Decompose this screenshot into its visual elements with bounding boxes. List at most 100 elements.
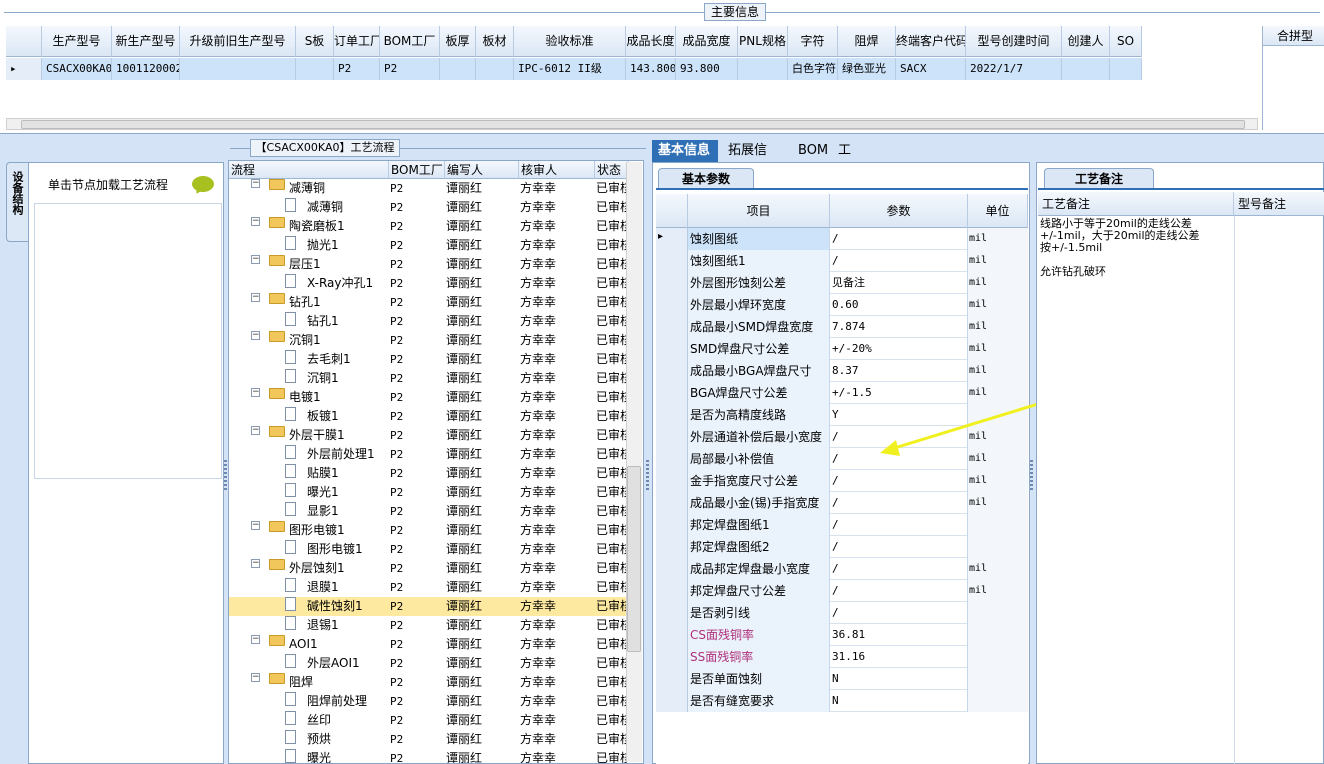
column-header[interactable]: 升级前旧生产型号 — [180, 26, 296, 57]
column-header[interactable]: PNL规格 — [738, 26, 788, 57]
collapse-icon[interactable]: − — [251, 635, 260, 644]
collapse-icon[interactable]: − — [251, 331, 260, 340]
param-row[interactable]: 外层图形蚀刻公差 见备注 mil — [656, 272, 1028, 294]
tree-row[interactable]: − 沉铜1 P2 谭丽红 方幸幸 已审核 — [229, 331, 628, 350]
collapse-icon[interactable]: − — [251, 559, 260, 568]
table-cell[interactable]: P2 — [380, 58, 440, 80]
tree-row[interactable]: 退膜1 P2 谭丽红 方幸幸 已审核 — [229, 578, 628, 597]
param-row[interactable]: 成品最小BGA焊盘尺寸 8.37 mil — [656, 360, 1028, 382]
param-column-header[interactable]: 单位 — [968, 194, 1028, 228]
column-header[interactable]: 成品宽度 — [676, 26, 738, 57]
param-row[interactable]: 邦定焊盘图纸1/ — [656, 514, 1028, 536]
column-header[interactable]: 订单工厂 — [334, 26, 380, 57]
splitter-handle[interactable] — [224, 460, 227, 490]
param-row[interactable]: 是否剥引线 / — [656, 602, 1028, 624]
tree-column-header[interactable]: 状态 — [595, 161, 629, 179]
table-cell[interactable] — [440, 58, 476, 80]
tab-basic-info[interactable]: 基本信息 — [652, 140, 718, 162]
tree-row[interactable]: 曝光1 P2 谭丽红 方幸幸 已审核 — [229, 483, 628, 502]
splitter-handle[interactable] — [646, 460, 649, 490]
vertical-scrollbar[interactable] — [626, 162, 642, 762]
param-row[interactable]: 邦定焊盘尺寸公差 / mil — [656, 580, 1028, 602]
param-value[interactable]: / — [830, 514, 968, 536]
table-cell[interactable] — [738, 58, 788, 80]
tab-labor-hours[interactable]: 工时 — [832, 140, 866, 180]
column-header[interactable]: 新生产型号 — [112, 26, 180, 57]
table-cell[interactable] — [1062, 58, 1110, 80]
tree-row[interactable]: X-Ray冲孔1 P2 谭丽红 方幸幸 已审核 — [229, 274, 628, 293]
table-cell[interactable] — [180, 58, 296, 80]
table-cell[interactable]: CSACX00KA0 — [42, 58, 112, 80]
collapse-icon[interactable]: − — [251, 255, 260, 264]
scrollbar-thumb[interactable] — [21, 120, 1245, 129]
tab-bom[interactable]: BOM — [792, 140, 828, 162]
tree-row[interactable]: 板镀1 P2 谭丽红 方幸幸 已审核 — [229, 407, 628, 426]
collapse-icon[interactable]: − — [251, 673, 260, 682]
param-row[interactable]: 外层最小焊环宽度 0.60 mil — [656, 294, 1028, 316]
tree-row[interactable]: − 钻孔1 P2 谭丽红 方幸幸 已审核 — [229, 293, 628, 312]
column-header[interactable]: 字符 — [788, 26, 838, 57]
tree-row[interactable]: 阻焊前处理 P2 谭丽红 方幸幸 已审核 — [229, 692, 628, 711]
param-row[interactable]: 邦定焊盘图纸2/ — [656, 536, 1028, 558]
table-cell[interactable]: 143.800 — [626, 58, 676, 80]
param-value[interactable]: 36.81 — [830, 624, 968, 646]
device-structure-tab[interactable]: 设备结构 — [6, 162, 28, 242]
param-row[interactable]: 成品邦定焊盘最小宽度 / mil — [656, 558, 1028, 580]
tree-row[interactable]: 抛光1 P2 谭丽红 方幸幸 已审核 — [229, 236, 628, 255]
table-cell[interactable]: 2022/1/7 — [966, 58, 1062, 80]
collapse-icon[interactable]: − — [251, 426, 260, 435]
param-row[interactable]: CS面残铜率 36.81 — [656, 624, 1028, 646]
param-row[interactable]: SMD焊盘尺寸公差 +/-20% mil — [656, 338, 1028, 360]
param-row[interactable]: 蚀刻图纸/mil — [656, 228, 1028, 250]
column-header[interactable]: S板 — [296, 26, 334, 57]
tree-row[interactable]: 退锡1 P2 谭丽红 方幸幸 已审核 — [229, 616, 628, 635]
param-column-header[interactable]: 参数 — [830, 194, 968, 228]
table-cell[interactable]: SACX — [896, 58, 966, 80]
tree-row[interactable]: − 图形电镀1 P2 谭丽红 方幸幸 已审核 — [229, 521, 628, 540]
tree-column-header[interactable]: 核审人 — [519, 161, 595, 179]
collapse-icon[interactable]: − — [251, 388, 260, 397]
process-tree-grid[interactable]: 流程BOM工厂编写人核审人状态−减薄铜P2谭丽红方幸幸已审核减薄铜P2谭丽红方幸… — [228, 160, 644, 764]
column-header[interactable]: 板厚 — [440, 26, 476, 57]
table-cell[interactable]: P2 — [334, 58, 380, 80]
tree-row[interactable]: − 阻焊 P2 谭丽红 方幸幸 已审核 — [229, 673, 628, 692]
param-value[interactable]: / — [830, 250, 968, 272]
params-grid[interactable]: 项目参数单位蚀刻图纸/mil蚀刻图纸1/mil外层图形蚀刻公差见备注mil外层最… — [656, 188, 1028, 764]
tree-row[interactable]: 曝光 P2 谭丽红 方幸幸 已审核 — [229, 749, 628, 763]
param-value[interactable]: / — [830, 602, 968, 624]
param-value[interactable]: 8.37 — [830, 360, 968, 382]
param-column-header[interactable]: 项目 — [688, 194, 830, 228]
column-header[interactable]: BOM工厂 — [380, 26, 440, 57]
sidebar-tree[interactable] — [34, 203, 222, 479]
param-row[interactable]: 蚀刻图纸1/mil — [656, 250, 1028, 272]
column-header[interactable]: SO — [1110, 26, 1142, 57]
param-value[interactable]: 31.16 — [830, 646, 968, 668]
param-value[interactable]: 0.60 — [830, 294, 968, 316]
column-header[interactable]: 板材 — [476, 26, 514, 57]
collapse-icon[interactable]: − — [251, 521, 260, 530]
tree-row[interactable]: 丝印 P2 谭丽红 方幸幸 已审核 — [229, 711, 628, 730]
param-value[interactable]: / — [830, 536, 968, 558]
tab-basic-params[interactable]: 基本参数 — [658, 168, 754, 188]
tree-row[interactable]: 减薄铜 P2 谭丽红 方幸幸 已审核 — [229, 198, 628, 217]
param-row[interactable]: 成品最小SMD焊盘宽度 7.874 mil — [656, 316, 1028, 338]
param-value[interactable]: / — [830, 580, 968, 602]
tree-column-header[interactable]: BOM工厂 — [389, 161, 445, 179]
collapse-icon[interactable]: − — [251, 293, 260, 302]
collapse-icon[interactable]: − — [251, 179, 260, 188]
tree-row[interactable]: 贴膜1 P2 谭丽红 方幸幸 已审核 — [229, 464, 628, 483]
scrollbar-thumb[interactable] — [627, 466, 641, 652]
tree-row[interactable]: − AOI1 P2 谭丽红 方幸幸 已审核 — [229, 635, 628, 654]
tree-row[interactable]: − 外层蚀刻1 P2 谭丽红 方幸幸 已审核 — [229, 559, 628, 578]
tree-row[interactable]: 显影1 P2 谭丽红 方幸幸 已审核 — [229, 502, 628, 521]
tree-row[interactable]: 外层前处理1 P2 谭丽红 方幸幸 已审核 — [229, 445, 628, 464]
param-row[interactable]: 是否单面蚀刻 N — [656, 668, 1028, 690]
tab-process-remarks[interactable]: 工艺备注 — [1044, 168, 1154, 188]
table-cell[interactable]: 绿色亚光 — [838, 58, 896, 80]
table-cell[interactable]: 10011200024975 — [112, 58, 180, 80]
param-value[interactable]: / — [830, 470, 968, 492]
param-value[interactable]: 7.874 — [830, 316, 968, 338]
tree-row[interactable]: 外层AOI1 P2 谭丽红 方幸幸 已审核 — [229, 654, 628, 673]
column-header[interactable]: 成品长度 — [626, 26, 676, 57]
table-cell[interactable] — [1110, 58, 1142, 80]
